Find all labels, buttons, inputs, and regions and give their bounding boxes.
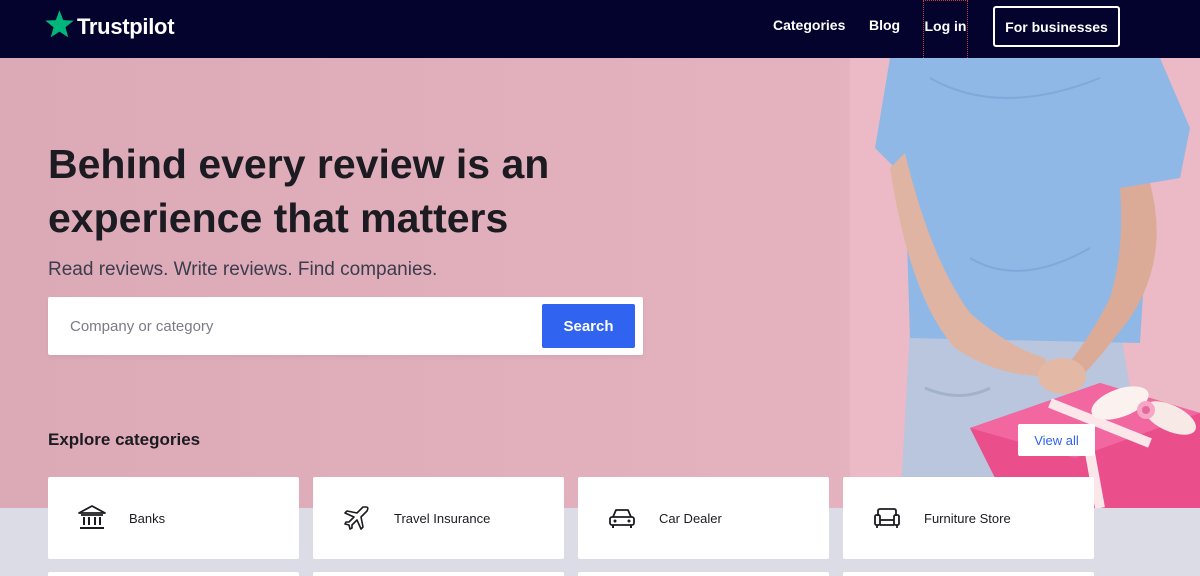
explore-categories-title: Explore categories [48,430,201,449]
category-card-furniture-store[interactable]: Furniture Store [843,477,1094,559]
hero-headline-line2: experience that matters [48,195,509,241]
category-label: Furniture Store [924,511,1011,526]
search-button[interactable]: Search [542,304,635,348]
brand-name: Trustpilot [77,13,175,39]
top-navigation: Trustpilot Categories Blog Log in For bu… [0,0,1200,62]
sofa-icon [874,508,900,528]
car-icon [609,509,635,528]
search-input[interactable] [48,297,538,355]
category-label: Banks [129,511,166,526]
category-card-travel-insurance[interactable]: Travel Insurance [313,477,564,559]
hero-headline: Behind every review is an experience tha… [48,137,608,245]
hero-subheadline: Read reviews. Write reviews. Find compan… [48,259,438,280]
category-card-partial[interactable] [313,572,564,576]
view-all-button[interactable]: View all [1018,424,1095,456]
for-businesses-button[interactable]: For businesses [993,6,1120,47]
category-card-car-dealer[interactable]: Car Dealer [578,477,829,559]
nav-login-link[interactable]: Log in [923,0,968,62]
hero-headline-line1: Behind every review is an [48,141,550,187]
category-card-partial[interactable] [48,572,299,576]
star-icon [45,10,74,38]
nav-blog-link[interactable]: Blog [869,17,900,33]
nav-categories-link[interactable]: Categories [773,17,845,33]
category-card-partial[interactable] [578,572,829,576]
category-card-partial[interactable] [843,572,1094,576]
category-card-banks[interactable]: Banks [48,477,299,559]
trustpilot-logo[interactable]: Trustpilot [44,9,175,40]
category-label: Travel Insurance [394,511,491,526]
category-label: Car Dealer [659,511,722,526]
airplane-icon [344,506,369,530]
bank-icon [78,505,106,529]
search-box: Search [48,297,643,355]
